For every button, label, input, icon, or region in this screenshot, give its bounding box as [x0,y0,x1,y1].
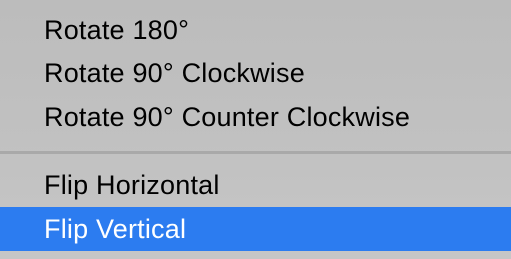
menu-item-rotate-180[interactable]: Rotate 180° [0,10,511,50]
context-menu: Rotate 180° Rotate 90° Clockwise Rotate … [0,0,511,259]
menu-item-flip-horizontal[interactable]: Flip Horizontal [0,165,511,205]
menu-separator [0,151,511,154]
menu-item-rotate-90-counter-clockwise[interactable]: Rotate 90° Counter Clockwise [0,97,511,137]
menu-item-flip-vertical[interactable]: Flip Vertical [0,207,511,251]
menu-item-rotate-90-clockwise[interactable]: Rotate 90° Clockwise [0,53,511,93]
